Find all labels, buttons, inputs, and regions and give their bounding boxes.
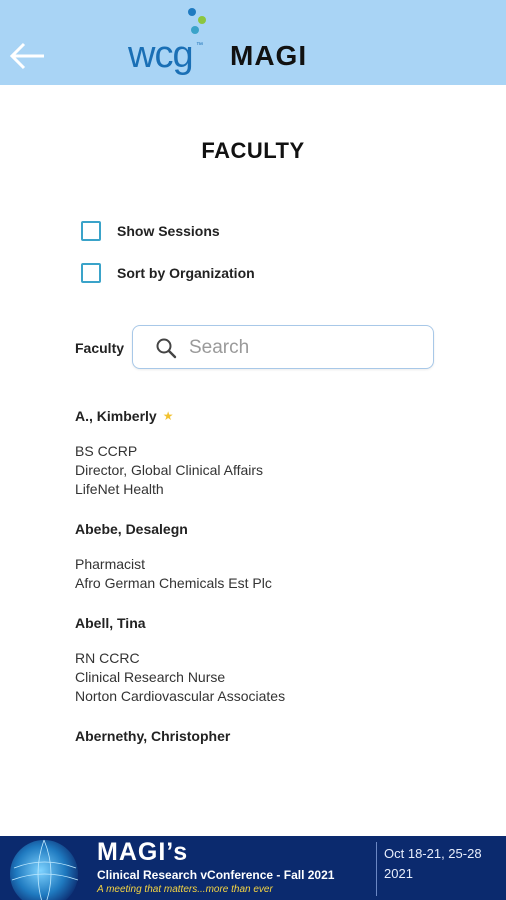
faculty-name: Abell, Tina	[75, 613, 495, 633]
faculty-detail-line: Pharmacist	[75, 556, 146, 572]
faculty-search-label: Faculty	[75, 340, 125, 356]
banner-divider	[376, 842, 377, 896]
wcg-logo: wcg ™	[128, 4, 208, 76]
sort-by-organization-checkbox[interactable]	[81, 263, 101, 283]
back-button[interactable]	[8, 36, 48, 76]
faculty-details: Pharmacist Afro German Chemicals Est Plc	[75, 555, 495, 593]
banner-tagline: A meeting that matters...more than ever	[97, 884, 273, 895]
show-sessions-label: Show Sessions	[117, 223, 220, 239]
show-sessions-checkbox[interactable]	[81, 221, 101, 241]
faculty-name-text: Abebe, Desalegn	[75, 521, 188, 537]
show-sessions-option[interactable]: Show Sessions	[81, 220, 220, 242]
banner-dates-line1: Oct 18-21, 25-28	[384, 846, 482, 861]
faculty-list-item[interactable]: Abebe, Desalegn Pharmacist Afro German Che…	[75, 519, 495, 593]
faculty-detail-line: RN CCRC	[75, 650, 140, 666]
faculty-detail-line: Clinical Research Nurse	[75, 669, 226, 685]
wcg-logo-text: wcg	[128, 34, 194, 76]
app-header: wcg ™ MAGI	[0, 0, 506, 85]
page-title: FACULTY	[201, 138, 305, 163]
search-input[interactable]	[189, 334, 419, 362]
faculty-list-item[interactable]: A., Kimberly ★ BS CCRP Director, Global Cli…	[75, 406, 495, 499]
faculty-name-text: Abernethy, Christopher	[75, 728, 231, 744]
faculty-name-text: Abell, Tina	[75, 615, 146, 631]
banner-subtitle: Clinical Research vConference - Fall 202…	[97, 868, 335, 882]
banner-dates-line2: 2021	[384, 866, 413, 881]
banner-dates: Oct 18-21, 25-28 2021	[384, 844, 504, 884]
faculty-name: Abebe, Desalegn	[75, 519, 495, 539]
star-icon: ★	[162, 409, 174, 423]
conference-banner[interactable]: MAGI’s Clinical Research vConference - F…	[0, 836, 506, 900]
faculty-name: A., Kimberly ★	[75, 406, 495, 426]
wcg-trademark: ™	[196, 42, 203, 49]
sort-by-organization-option[interactable]: Sort by Organization	[81, 262, 255, 284]
faculty-detail-line: BS CCRP	[75, 443, 138, 459]
faculty-details: BS CCRP Director, Global Clinical Affairs…	[75, 442, 495, 499]
faculty-name: Abernethy, Christopher	[75, 726, 495, 746]
sort-by-organization-label: Sort by Organization	[117, 265, 255, 281]
faculty-list: A., Kimberly ★ BS CCRP Director, Global Cli…	[75, 406, 495, 766]
search-icon	[156, 338, 177, 359]
app-name: MAGI	[230, 40, 308, 71]
search-box[interactable]	[132, 325, 434, 369]
faculty-detail-line: Afro German Chemicals Est Plc	[75, 575, 272, 591]
arrow-left-icon	[9, 42, 44, 70]
faculty-detail-line: Director, Global Clinical Affairs	[75, 462, 264, 478]
banner-title: MAGI’s	[97, 838, 189, 866]
faculty-list-item[interactable]: Abell, Tina RN CCRC Clinical Research Nurs…	[75, 613, 495, 706]
faculty-name-text: A., Kimberly	[75, 408, 157, 424]
faculty-detail-line: Norton Cardiovascular Associates	[75, 688, 286, 704]
globe-graphic	[10, 839, 79, 900]
faculty-list-item[interactable]: Abernethy, Christopher	[75, 726, 495, 746]
faculty-detail-line: LifeNet Health	[75, 481, 164, 497]
faculty-details: RN CCRC Clinical Research Nurse Norton Car…	[75, 649, 495, 706]
